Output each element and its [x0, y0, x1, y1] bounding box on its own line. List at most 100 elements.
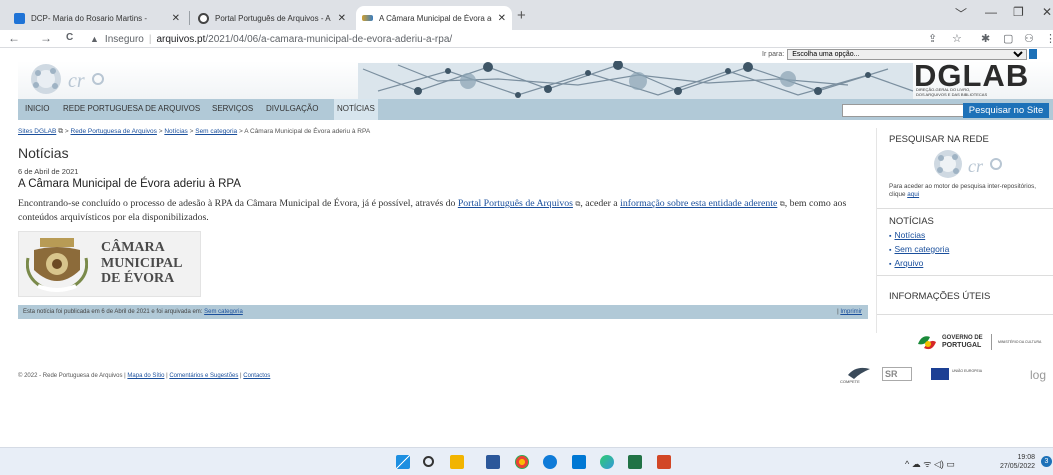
sidebar-link-sem-categoria[interactable]: Sem categoria [894, 244, 949, 254]
breadcrumb-separator: > [158, 128, 163, 135]
taskbar: ^ ☁ ᯤ ◁) ▭ 19:08 27/05/2022 3 [0, 447, 1053, 475]
bookmark-star-icon[interactable]: ☆ [952, 32, 962, 45]
excel-icon[interactable] [628, 455, 642, 469]
search-here-link[interactable]: aqui [907, 191, 919, 198]
sidebar-item-sem-categoria: Sem categoria [889, 243, 949, 257]
clock[interactable]: 19:08 27/05/2022 [1000, 453, 1035, 471]
governo-portugal-logo: GOVERNO DE PORTUGAL MINISTÉRIO DA CULTUR… [916, 333, 1046, 353]
portugal-flag-icon [918, 336, 936, 350]
print-link[interactable]: Imprimir [840, 309, 862, 315]
tab-title: DCP- Maria do Rosario Martins - [31, 13, 148, 23]
sidebar-search-heading: PESQUISAR NA REDE [889, 134, 989, 145]
forward-button[interactable]: → [40, 31, 52, 45]
sidebar-item-noticias: Notícias [889, 229, 949, 243]
tab-title: Portal Português de Arquivos - A [215, 13, 331, 23]
tab-dcp[interactable]: DCP- Maria do Rosario Martins - ✕ [8, 6, 186, 30]
sr-logo: SR [882, 367, 912, 381]
breadcrumb: Sites DGLAB ⧉ > Rede Portuguesa de Arqui… [18, 128, 370, 136]
url-field[interactable]: ▲ Inseguro | arquivos.pt/2021/04/06/a-ca… [90, 31, 760, 47]
breadcrumb-separator: > [238, 128, 243, 135]
powerpoint-icon[interactable] [657, 455, 671, 469]
reload-button[interactable]: C [66, 32, 73, 43]
rpa-search-logo[interactable]: cr [932, 148, 1032, 180]
store-icon[interactable] [572, 455, 586, 469]
tab-portal-arquivos[interactable]: Portal Português de Arquivos - A ✕ [192, 6, 352, 30]
share-icon[interactable]: ⇪ [928, 32, 937, 45]
eu-text: UNIÃO EUROPEIA [952, 369, 983, 373]
new-tab-button[interactable]: + [517, 7, 526, 24]
windows-start-icon[interactable] [396, 455, 410, 469]
post-meta: Esta notícia foi publicada em 6 de Abril… [23, 309, 243, 315]
breadcrumb-rede-portuguesa[interactable]: Rede Portuguesa de Arquivos [71, 128, 157, 135]
search-icon[interactable] [423, 456, 434, 467]
nav-divulgacao[interactable]: DIVULGAÇÃO [266, 104, 318, 113]
edge-icon[interactable] [543, 455, 557, 469]
external-link-icon: ⧉ [58, 128, 64, 135]
clock-date: 27/05/2022 [1000, 463, 1036, 470]
log-logo: log [1030, 368, 1047, 382]
site-footer: © 2022 - Rede Portuguesa de Arquivos | M… [18, 373, 271, 379]
file-explorer-icon[interactable] [450, 455, 464, 469]
eu-flag-icon [931, 368, 949, 380]
entidade-aderente-link[interactable]: informação sobre esta entidade aderente [620, 198, 777, 209]
gov-text: PORTUGAL [942, 342, 982, 349]
post-title: A Câmara Municipal de Évora aderiu à RPA [18, 178, 241, 190]
go-button[interactable] [1029, 49, 1038, 59]
portal-arquivos-link[interactable]: Portal Português de Arquivos [458, 198, 573, 209]
warning-icon: ▲ [90, 34, 99, 44]
sidebar-search-desc: Para aceder ao motor de pesquisa inter-r… [889, 183, 1049, 199]
nav-noticias[interactable]: NOTÍCIAS [334, 99, 378, 120]
sidebar-link-noticias[interactable]: Notícias [894, 230, 925, 240]
minimize-button[interactable]: — [985, 5, 997, 19]
post-date: 6 de Abril de 2021 [18, 167, 79, 176]
post-body: Encontrando-se concluído o processo de a… [18, 197, 868, 225]
back-button[interactable]: ← [8, 31, 20, 45]
system-tray[interactable]: ^ ☁ ᯤ ◁) ▭ [905, 457, 955, 470]
divider [877, 275, 1053, 276]
logo-line: MUNICIPAL [101, 255, 183, 271]
logo-line: DE ÉVORA [101, 271, 175, 286]
menu-icon[interactable]: ⋮ [1045, 32, 1053, 45]
rpa-favicon-icon [362, 15, 373, 21]
tab-search-icon[interactable]: ﹀ [955, 5, 967, 22]
close-tab-icon[interactable]: ✕ [498, 13, 506, 24]
nav-servicos[interactable]: SERVIÇOS [212, 104, 253, 113]
category-link[interactable]: Sem categoria [204, 309, 243, 315]
word-icon[interactable] [486, 455, 500, 469]
notification-badge[interactable]: 3 [1041, 456, 1052, 467]
nav-inicio[interactable]: INICIO [25, 104, 49, 113]
close-tab-icon[interactable]: ✕ [338, 13, 346, 24]
sidepanel-icon[interactable]: ▢ [1003, 32, 1013, 45]
browser-tab-bar: DCP- Maria do Rosario Martins - ✕ Portal… [0, 0, 1053, 30]
tab-camara-evora[interactable]: A Câmara Municipal de Évora ad ✕ [356, 6, 512, 30]
breadcrumb-current: A Câmara Municipal de Évora aderiu à RPA [244, 128, 371, 135]
rpa-logo-icon: cr [31, 64, 104, 94]
app-icon[interactable] [600, 455, 614, 469]
breadcrumb-sites-dglab[interactable]: Sites DGLAB [18, 128, 56, 135]
footer-link-comments[interactable]: Comentários e Sugestões [169, 373, 238, 379]
site-search-input[interactable] [842, 104, 965, 117]
chrome-icon[interactable] [515, 455, 529, 469]
nav-rede-portuguesa[interactable]: REDE PORTUGUESA DE ARQUIVOS [63, 104, 200, 113]
sidebar-link-arquivo[interactable]: Arquivo [894, 258, 923, 268]
post-footer: Esta notícia foi publicada em 6 de Abril… [18, 305, 868, 319]
profile-icon[interactable]: ⚇ [1024, 32, 1034, 45]
maximize-button[interactable]: ❐ [1013, 5, 1024, 19]
breadcrumb-sem-categoria[interactable]: Sem categoria [195, 128, 237, 135]
sidebar: PESQUISAR NA REDE cr Para aceder ao moto… [876, 128, 1053, 333]
breadcrumb-noticias[interactable]: Notícias [164, 128, 187, 135]
breadcrumb-separator: > [189, 128, 194, 135]
footer-link-contacts[interactable]: Contactos [243, 373, 270, 379]
footer-link-sitemap[interactable]: Mapa do Sítio [127, 373, 164, 379]
site-banner: cr DGLAB DIREÇÃO-GERAL DO LIVRO, DOS ARQ… [18, 61, 1053, 99]
network-banner-graphic: cr [31, 61, 914, 99]
jump-to-select[interactable]: Escolha uma opção... [787, 48, 1028, 60]
partner-logos: COMPETE SR UNIÃO EUROPEIA log [838, 364, 1053, 386]
post-body-text: Encontrando-se concluído o processo de a… [18, 198, 458, 209]
site-search-button[interactable]: Pesquisar no Site [963, 103, 1049, 118]
close-tab-icon[interactable]: ✕ [172, 13, 180, 24]
close-window-button[interactable]: ✕ [1042, 5, 1052, 19]
sidebar-info-heading: INFORMAÇÕES ÚTEIS [889, 291, 991, 302]
extensions-icon[interactable]: ✱ [981, 32, 990, 45]
breadcrumb-separator: > [64, 128, 69, 135]
